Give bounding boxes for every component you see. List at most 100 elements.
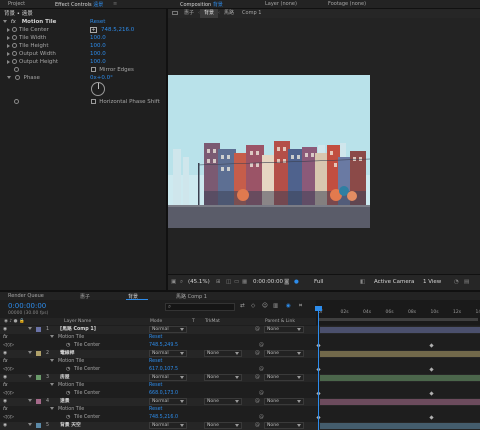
label-color-swatch[interactable] (36, 423, 41, 428)
horizontal-phase-shift-checkbox[interactable] (90, 99, 96, 104)
keyframe-nav-icon[interactable]: ◁◇▷ (3, 414, 14, 422)
reset-link[interactable]: Reset (149, 406, 162, 414)
pickwhip-icon[interactable]: @ (255, 350, 260, 358)
expand-icon[interactable] (7, 35, 10, 40)
layer-name[interactable]: [馬路 Comp 1] (60, 326, 96, 334)
stopwatch-icon[interactable] (12, 59, 17, 64)
layer-name-header[interactable]: Layer Name (64, 318, 91, 325)
reset-link[interactable]: Reset (90, 18, 105, 26)
expand-icon[interactable] (7, 43, 10, 48)
draft-3d-icon[interactable]: ◇ (251, 303, 255, 309)
pickwhip-icon[interactable]: @ (255, 398, 260, 406)
keyframe-nav-icon[interactable]: ◁◇▷ (3, 390, 14, 398)
shy-layers-icon[interactable]: ☺ (262, 303, 268, 309)
fx-switch-icon[interactable]: fx (3, 382, 8, 390)
reset-link[interactable]: Reset (149, 358, 162, 366)
expand-layer-icon[interactable] (28, 350, 34, 358)
toggle-pixel-aspect-icon[interactable]: ▤ (464, 279, 469, 285)
mirror-edges-checkbox[interactable] (90, 67, 96, 72)
property-value[interactable]: 748.5,216.0 (149, 414, 178, 422)
panel-menu-icon[interactable]: ≡ (113, 1, 117, 7)
expand-effect-icon[interactable] (50, 406, 56, 414)
mode-dropdown[interactable]: Normal (149, 374, 187, 381)
parent-dropdown[interactable]: None (264, 422, 304, 429)
timeline-layer-row[interactable]: ◉ 5 背景 天空 Normal None @ None (0, 422, 480, 430)
pickwhip-icon[interactable]: @ (259, 342, 264, 350)
effect-prop-value[interactable]: 100.0 (90, 50, 106, 58)
expand-layer-icon[interactable] (28, 398, 34, 406)
pickwhip-icon[interactable]: @ (259, 390, 264, 398)
phase-value[interactable]: 0x+0.0° (90, 74, 113, 82)
expand-icon[interactable] (7, 59, 10, 64)
trkmat-dropdown[interactable]: None (204, 374, 242, 381)
reset-link[interactable]: Reset (149, 334, 162, 342)
comp-mini-flowchart-icon[interactable]: ⇄ (240, 303, 245, 309)
expand-effect-icon[interactable] (50, 334, 56, 342)
effect-prop-value[interactable]: 748.5,216.0 (101, 26, 134, 34)
property-value[interactable]: 748.5,249.5 (149, 342, 178, 350)
fast-previews-icon[interactable]: ◧ (360, 279, 365, 285)
keyframe-diamond[interactable] (429, 391, 434, 396)
always-preview-icon[interactable]: ▣ (171, 279, 176, 285)
comp-breadcrumb-item[interactable]: 惠子 (180, 9, 198, 18)
timeline-effect-row[interactable]: fx Motion Tile Reset (0, 406, 480, 414)
stopwatch-icon[interactable] (12, 35, 17, 40)
collapse-icon[interactable] (3, 20, 7, 23)
comp-breadcrumb-item[interactable]: Comp 1 (238, 9, 265, 18)
visibility-eye-icon[interactable]: ◉ (3, 374, 7, 382)
time-ruler[interactable]: 0f02s04s06s08s10s12s14s (316, 300, 480, 325)
playhead-line[interactable] (318, 308, 319, 430)
stopwatch-icon[interactable] (12, 27, 17, 32)
expand-phase-icon[interactable] (7, 76, 11, 79)
effect-controls-tab[interactable]: Effect Controls 遠景 (55, 1, 103, 8)
layer-duration-bar[interactable] (320, 423, 480, 429)
layer-duration-bar[interactable] (320, 399, 480, 405)
stopwatch-icon[interactable]: ◷ (66, 390, 70, 398)
label-color-swatch[interactable] (36, 399, 41, 404)
layer-name[interactable]: 遠景 (60, 398, 70, 406)
mode-dropdown[interactable]: Normal (149, 398, 187, 405)
expand-icon[interactable] (7, 51, 10, 56)
keyframe-diamond[interactable] (429, 343, 434, 348)
composition-tab[interactable]: Composition 背景 (180, 1, 223, 8)
label-color-swatch[interactable] (36, 327, 41, 332)
expand-layer-icon[interactable] (28, 326, 34, 334)
timeline-property-row[interactable]: ◁◇▷ ◷ Tile Center 668.0,173.0 @ (0, 390, 480, 398)
label-color-swatch[interactable] (36, 375, 41, 380)
mask-visibility-icon[interactable]: ◫ (226, 279, 231, 285)
comp-breadcrumb-item[interactable]: 背景 (200, 9, 219, 18)
stopwatch-icon[interactable] (14, 75, 20, 80)
trkmat-dropdown[interactable]: None (204, 350, 242, 357)
zoom-dropdown[interactable]: (45.1%) (188, 279, 210, 285)
timeline-property-row[interactable]: ◁◇▷ ◷ Tile Center 748.5,216.0 @ (0, 414, 480, 422)
camera-dropdown[interactable]: Active Camera (374, 279, 414, 285)
effect-prop-value[interactable]: 100.0 (90, 42, 106, 50)
timeline-tab[interactable]: 惠子 (80, 293, 90, 300)
expand-effect-icon[interactable] (50, 382, 56, 390)
stopwatch-icon[interactable] (14, 99, 19, 104)
visibility-eye-icon[interactable]: ◉ (3, 350, 7, 358)
stopwatch-icon[interactable]: ◷ (66, 342, 70, 350)
trkmat-dropdown[interactable]: None (204, 398, 242, 405)
snapshot-icon[interactable]: ◙ (284, 279, 289, 285)
fx-switch-icon[interactable]: fx (3, 358, 8, 366)
parent-dropdown[interactable]: None (264, 326, 304, 333)
pickwhip-icon[interactable]: @ (255, 374, 260, 382)
timeline-tab[interactable]: Render Queue (8, 293, 44, 299)
t-header[interactable]: T (192, 318, 195, 325)
layer-duration-bar[interactable] (320, 351, 480, 357)
pickwhip-icon[interactable]: @ (255, 326, 260, 334)
motion-blur-icon[interactable]: ◉ (286, 303, 291, 309)
pickwhip-icon[interactable]: @ (259, 414, 264, 422)
composition-viewer[interactable] (168, 75, 370, 228)
timeline-effect-row[interactable]: fx Motion Tile Reset (0, 358, 480, 366)
effect-prop-value[interactable]: 100.0 (90, 34, 106, 42)
current-time-display[interactable]: 0:00:00:00 (253, 279, 283, 285)
resolution-dropdown[interactable]: Full (314, 279, 323, 285)
footage-tab[interactable]: Footage (none) (328, 1, 366, 7)
layer-tab[interactable]: Layer (none) (265, 1, 297, 7)
pickwhip-icon[interactable]: @ (255, 422, 260, 430)
keyframe-diamond[interactable] (429, 415, 434, 420)
mode-header[interactable]: Mode (150, 318, 162, 325)
mode-dropdown[interactable]: Normal (149, 350, 187, 357)
